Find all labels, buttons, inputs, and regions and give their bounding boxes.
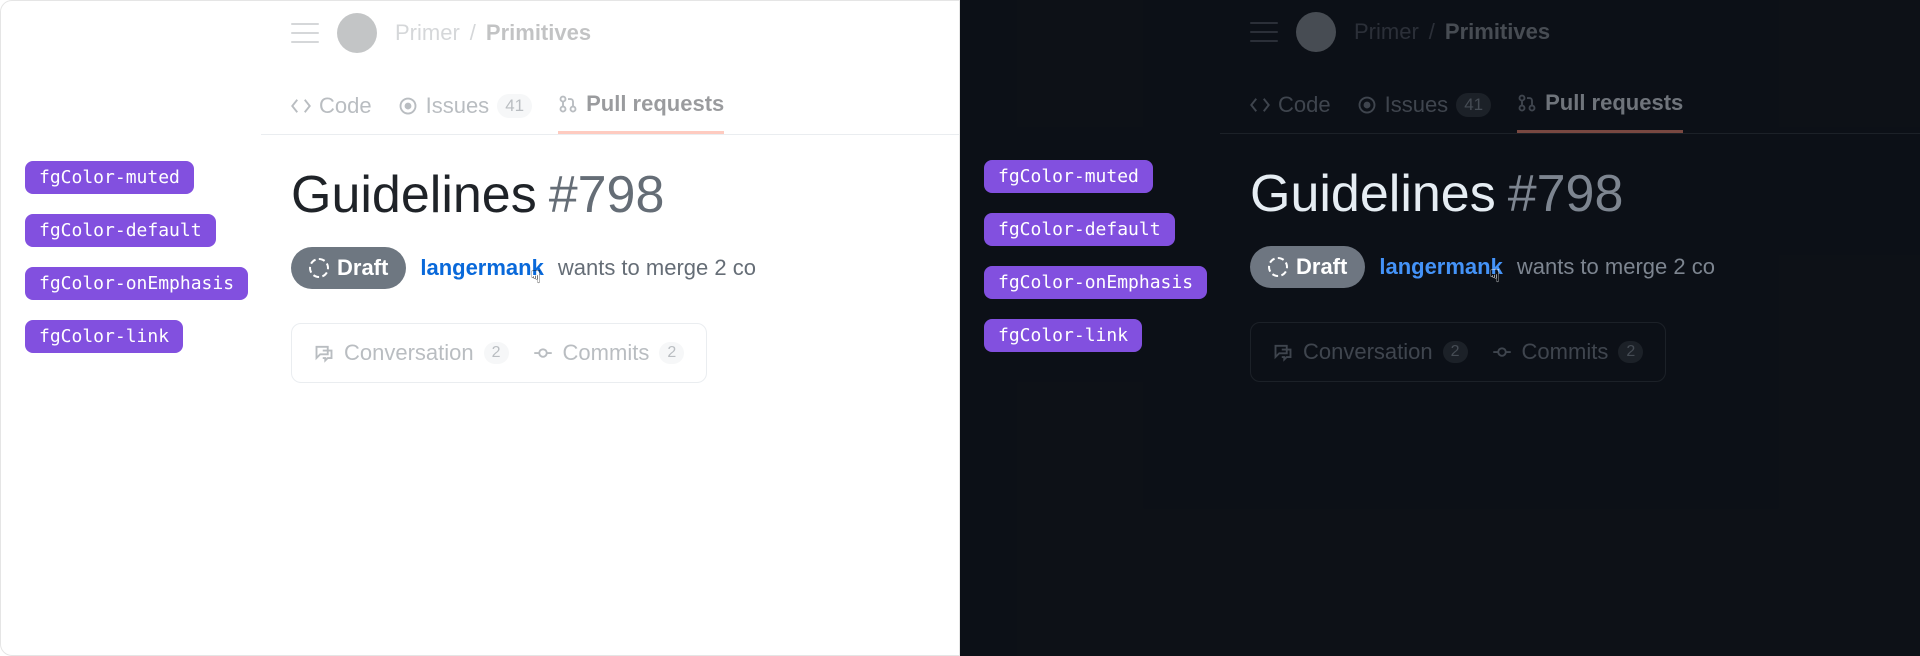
subtab-commits-count: 2 bbox=[659, 342, 684, 364]
breadcrumb-parent[interactable]: Primer bbox=[1354, 19, 1419, 45]
breadcrumb: Primer / Primitives bbox=[395, 20, 591, 46]
commit-icon bbox=[533, 343, 553, 363]
comment-icon bbox=[314, 343, 334, 363]
draft-icon bbox=[1268, 257, 1288, 277]
pull-request-icon bbox=[558, 94, 578, 114]
tab-issues-count: 41 bbox=[497, 94, 532, 118]
github-icon[interactable] bbox=[1296, 12, 1336, 52]
tab-code-label: Code bbox=[1278, 92, 1331, 118]
draft-pill: Draft bbox=[1250, 246, 1365, 288]
draft-icon bbox=[309, 258, 329, 278]
merge-text: wants to merge 2 co bbox=[1517, 254, 1715, 280]
pr-title-number: #798 bbox=[1508, 164, 1624, 224]
repo-tabs: Code Issues 41 Pull requests bbox=[1220, 64, 1920, 134]
tab-issues[interactable]: Issues 41 bbox=[398, 91, 533, 134]
menu-icon[interactable] bbox=[1250, 22, 1278, 42]
subtab-commits-label: Commits bbox=[1522, 339, 1609, 365]
breadcrumb: Primer / Primitives bbox=[1354, 19, 1550, 45]
tab-issues-label: Issues bbox=[426, 93, 490, 119]
tab-pulls-label: Pull requests bbox=[1545, 90, 1683, 116]
repo-tabs: Code Issues 41 Pull requests bbox=[261, 65, 959, 135]
annotation-link: fgColor-link bbox=[25, 320, 183, 353]
subtab-commits-label: Commits bbox=[563, 340, 650, 366]
subtab-conversation[interactable]: Conversation 2 bbox=[1273, 339, 1468, 365]
menu-icon[interactable] bbox=[291, 23, 319, 43]
draft-label: Draft bbox=[1296, 254, 1347, 280]
header-bar: Primer / Primitives bbox=[261, 1, 959, 65]
issue-icon bbox=[1357, 95, 1377, 115]
dark-mode-panel: fgColor-muted fgColor-default fgColor-on… bbox=[960, 0, 1920, 656]
pr-title-name: Guidelines bbox=[291, 165, 537, 225]
tab-code-label: Code bbox=[319, 93, 372, 119]
tab-pulls[interactable]: Pull requests bbox=[558, 91, 724, 134]
subtab-commits-count: 2 bbox=[1618, 341, 1643, 363]
cursor-icon: ☟ bbox=[530, 267, 541, 288]
annotation-column: fgColor-muted fgColor-default fgColor-on… bbox=[984, 160, 1207, 352]
breadcrumb-separator: / bbox=[470, 20, 476, 46]
pr-meta: Draft langermank ☟ wants to merge 2 co bbox=[1220, 224, 1920, 288]
annotation-onemphasis: fgColor-onEmphasis bbox=[25, 267, 248, 300]
tab-issues-count: 41 bbox=[1456, 93, 1491, 117]
draft-label: Draft bbox=[337, 255, 388, 281]
tab-issues[interactable]: Issues 41 bbox=[1357, 90, 1492, 133]
annotation-default: fgColor-default bbox=[25, 214, 216, 247]
subtab-conversation-label: Conversation bbox=[1303, 339, 1433, 365]
subtab-commits[interactable]: Commits 2 bbox=[1492, 339, 1644, 365]
pull-request-icon bbox=[1517, 93, 1537, 113]
tab-issues-label: Issues bbox=[1385, 92, 1449, 118]
pr-title: Guidelines #798 bbox=[1220, 134, 1920, 224]
annotation-column: fgColor-muted fgColor-default fgColor-on… bbox=[25, 161, 248, 353]
author-link[interactable]: langermank bbox=[420, 255, 544, 280]
author-link[interactable]: langermank bbox=[1379, 254, 1503, 279]
annotation-onemphasis: fgColor-onEmphasis bbox=[984, 266, 1207, 299]
breadcrumb-current[interactable]: Primitives bbox=[486, 20, 591, 46]
light-mode-panel: fgColor-muted fgColor-default fgColor-on… bbox=[0, 0, 960, 656]
pr-subtabs-wrap: Conversation 2 Commits 2 bbox=[1220, 288, 1920, 382]
annotation-link: fgColor-link bbox=[984, 319, 1142, 352]
draft-pill: Draft bbox=[291, 247, 406, 289]
commit-icon bbox=[1492, 342, 1512, 362]
pr-meta: Draft langermank ☟ wants to merge 2 co bbox=[261, 225, 959, 289]
annotation-connectors bbox=[1, 1, 301, 151]
code-icon bbox=[291, 96, 311, 116]
pr-title: Guidelines #798 bbox=[261, 135, 959, 225]
annotation-connectors bbox=[960, 0, 1260, 150]
pr-title-name: Guidelines bbox=[1250, 164, 1496, 224]
mock-ui: Primer / Primitives Code Issues 41 Pull … bbox=[1220, 0, 1920, 656]
subtab-conversation-label: Conversation bbox=[344, 340, 474, 366]
subtab-conversation[interactable]: Conversation 2 bbox=[314, 340, 509, 366]
tab-code[interactable]: Code bbox=[291, 91, 372, 134]
breadcrumb-current[interactable]: Primitives bbox=[1445, 19, 1550, 45]
subtab-conversation-count: 2 bbox=[1443, 341, 1468, 363]
pr-title-number: #798 bbox=[549, 165, 665, 225]
tab-pulls[interactable]: Pull requests bbox=[1517, 90, 1683, 133]
subtab-commits[interactable]: Commits 2 bbox=[533, 340, 685, 366]
breadcrumb-separator: / bbox=[1429, 19, 1435, 45]
pr-subtabs: Conversation 2 Commits 2 bbox=[1250, 322, 1666, 382]
tab-code[interactable]: Code bbox=[1250, 90, 1331, 133]
annotation-default: fgColor-default bbox=[984, 213, 1175, 246]
pr-subtabs: Conversation 2 Commits 2 bbox=[291, 323, 707, 383]
issue-icon bbox=[398, 96, 418, 116]
comment-icon bbox=[1273, 342, 1293, 362]
annotation-muted: fgColor-muted bbox=[984, 160, 1153, 193]
pr-subtabs-wrap: Conversation 2 Commits 2 bbox=[261, 289, 959, 383]
mock-ui: Primer / Primitives Code Issues 41 Pull … bbox=[261, 1, 959, 655]
tab-pulls-label: Pull requests bbox=[586, 91, 724, 117]
cursor-icon: ☟ bbox=[1489, 266, 1500, 287]
breadcrumb-parent[interactable]: Primer bbox=[395, 20, 460, 46]
header-bar: Primer / Primitives bbox=[1220, 0, 1920, 64]
subtab-conversation-count: 2 bbox=[484, 342, 509, 364]
github-icon[interactable] bbox=[337, 13, 377, 53]
code-icon bbox=[1250, 95, 1270, 115]
annotation-muted: fgColor-muted bbox=[25, 161, 194, 194]
merge-text: wants to merge 2 co bbox=[558, 255, 756, 281]
